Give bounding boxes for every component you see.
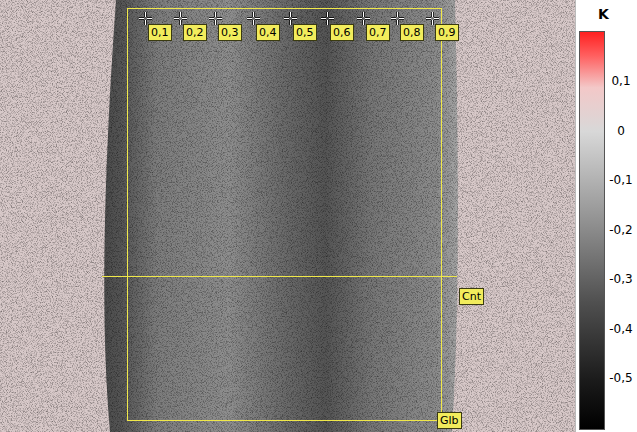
point-label: 0,7 bbox=[366, 24, 390, 41]
scale-unit: K bbox=[598, 6, 609, 22]
scale-tick: -0,1 bbox=[606, 173, 636, 187]
scale-tick: 0,1 bbox=[606, 74, 636, 88]
point-label: 0,8 bbox=[400, 24, 424, 41]
point-label: 0,5 bbox=[293, 24, 317, 41]
point-label: 0,1 bbox=[148, 24, 172, 41]
scale-bar bbox=[579, 31, 605, 430]
point-label: 0,4 bbox=[256, 24, 280, 41]
point-label: 0,3 bbox=[218, 24, 242, 41]
scale-tick: -0,5 bbox=[606, 371, 636, 385]
scale-tick: -0,2 bbox=[606, 223, 636, 237]
point-label: 0,9 bbox=[435, 24, 459, 41]
point-label: 0,2 bbox=[183, 24, 207, 41]
measure-line[interactable] bbox=[102, 276, 457, 277]
area-label: Glb bbox=[437, 412, 462, 429]
measure-area[interactable] bbox=[127, 8, 442, 421]
line-label: Cnt bbox=[459, 288, 484, 305]
point-label: 0,6 bbox=[330, 24, 354, 41]
thermal-image[interactable]: Cnt Glb 0,1 0,2 0,3 0,4 0,5 0,6 0,7 0,8 0,9 bbox=[0, 0, 575, 432]
scale-tick: -0,3 bbox=[606, 272, 636, 286]
thermal-photo bbox=[0, 0, 575, 432]
scale-tick: 0 bbox=[606, 124, 636, 138]
thermography-viewer: Cnt Glb 0,1 0,2 0,3 0,4 0,5 0,6 0,7 0,8 0,9 K 0,1 0 -0… bbox=[0, 0, 637, 432]
color-scale: K 0,1 0 -0,1 -0,2 -0,3 -0,4 -0,5 bbox=[575, 0, 637, 432]
scale-tick: -0,4 bbox=[606, 322, 636, 336]
